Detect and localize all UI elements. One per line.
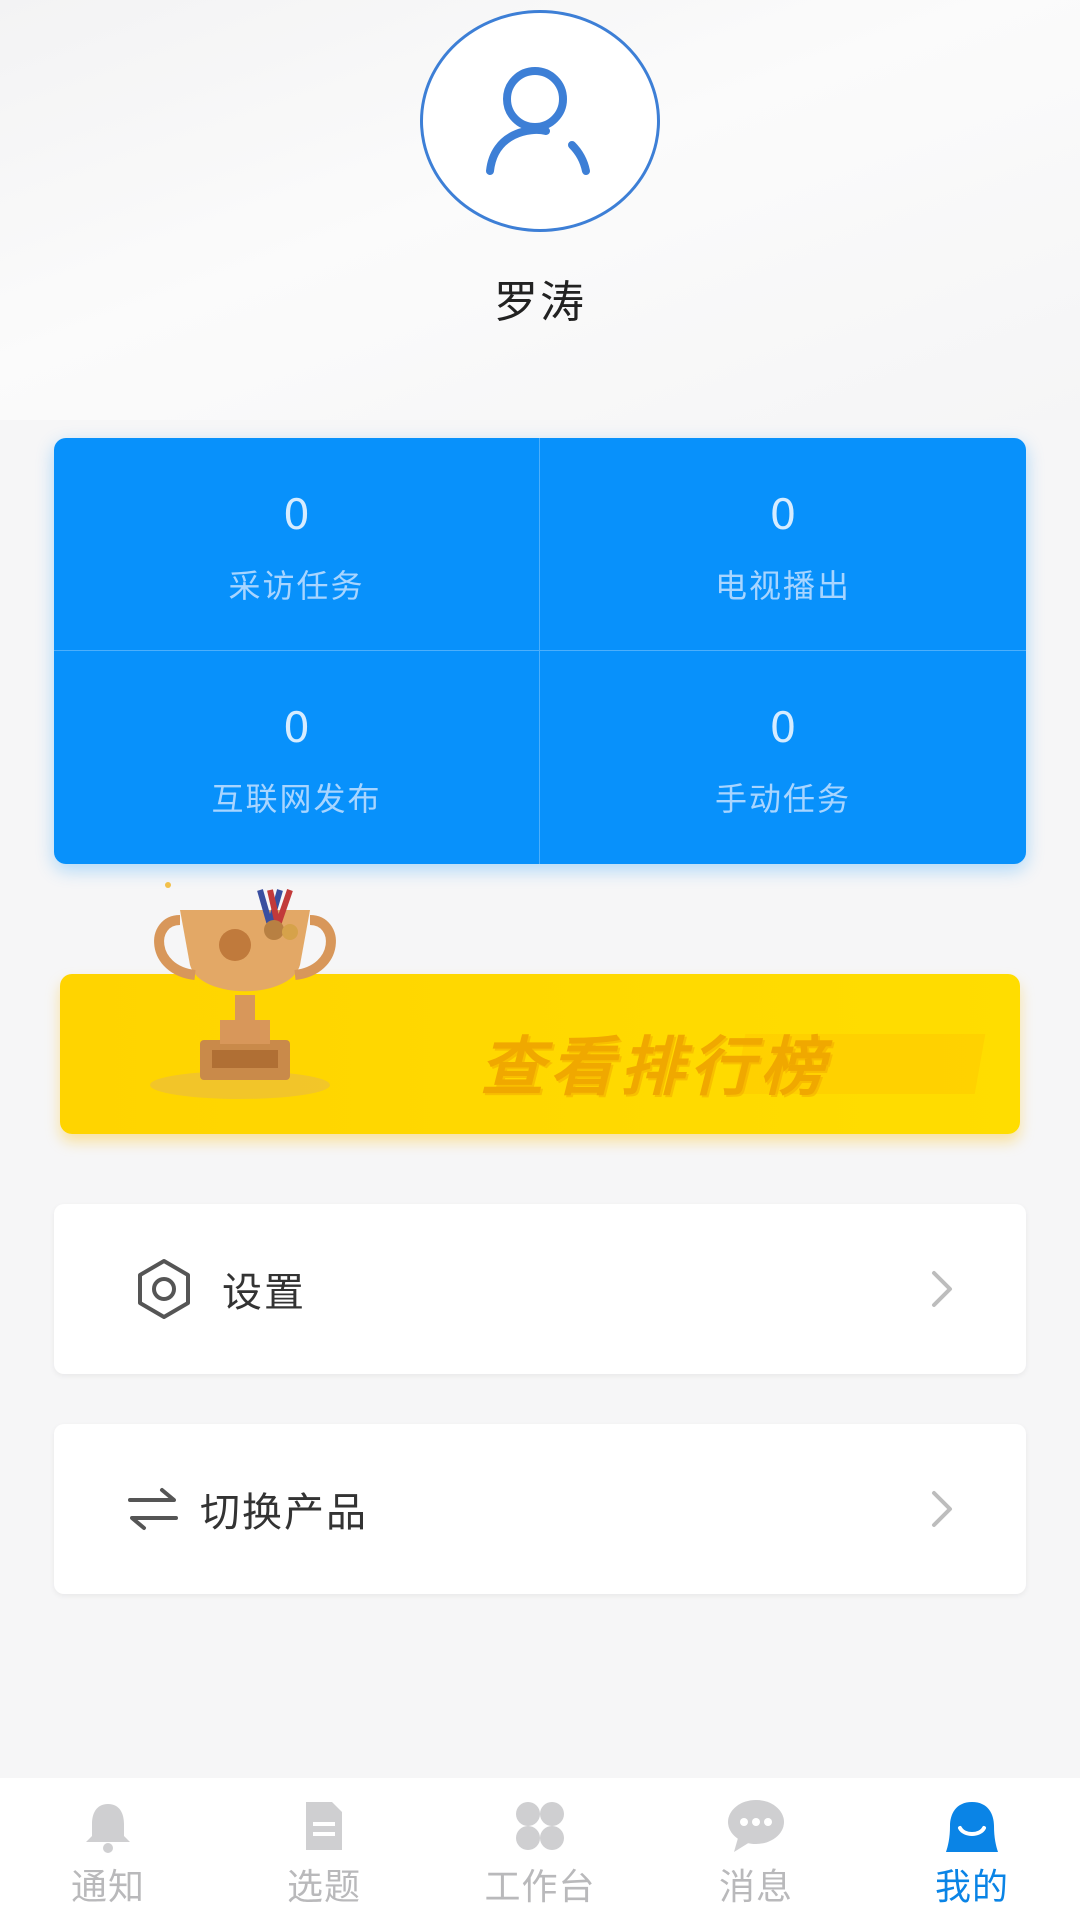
- switch-product-item[interactable]: 切换产品: [54, 1424, 1026, 1594]
- tab-label: 我的: [934, 1867, 1009, 1908]
- grid-icon: [516, 1802, 564, 1850]
- hexagon-gear-icon: [138, 1259, 190, 1319]
- stats-card: 0 采访任务 0 电视播出 0 互联网发布 0 手动任务: [54, 438, 1026, 864]
- tab-label: 选题: [286, 1867, 361, 1908]
- stat-value: 0: [283, 703, 310, 752]
- tab-notifications[interactable]: 通知: [0, 1778, 216, 1920]
- tab-me[interactable]: 我的: [864, 1778, 1080, 1920]
- bottom-tab-bar: 通知 选题 工作台 消息 我的: [0, 1778, 1080, 1920]
- tab-label: 通知: [70, 1867, 145, 1908]
- banner-label: 查看排行榜: [480, 1031, 830, 1105]
- stat-value: 0: [769, 489, 797, 539]
- stat-value: 0: [283, 489, 310, 539]
- chevron-right-icon: [932, 1491, 952, 1527]
- stat-label: 手动任务: [714, 780, 851, 818]
- document-icon: [306, 1802, 342, 1850]
- stat-interview-tasks[interactable]: 0 采访任务: [54, 438, 540, 651]
- chevron-right-icon: [932, 1271, 952, 1307]
- swap-arrows-icon: [128, 1488, 178, 1530]
- bell-icon: [86, 1804, 130, 1853]
- trophy-icon: [150, 882, 336, 1099]
- tab-label: 工作台: [484, 1867, 596, 1908]
- user-face-icon: [946, 1802, 998, 1852]
- stat-label: 电视播出: [714, 566, 851, 605]
- tab-messages[interactable]: 消息: [648, 1778, 864, 1920]
- tab-workbench[interactable]: 工作台: [432, 1778, 648, 1920]
- stat-manual-tasks[interactable]: 0 手动任务: [540, 651, 1026, 864]
- chat-bubble-icon: [728, 1800, 784, 1852]
- tab-topics[interactable]: 选题: [216, 1778, 432, 1920]
- username: 罗涛: [494, 277, 586, 328]
- settings-label: 设置: [222, 1270, 306, 1316]
- avatar[interactable]: [420, 10, 660, 232]
- stat-label: 互联网发布: [211, 780, 382, 818]
- settings-item[interactable]: 设置: [54, 1204, 1026, 1374]
- tab-label: 消息: [718, 1867, 793, 1908]
- stat-tv-broadcast[interactable]: 0 电视播出: [540, 438, 1026, 651]
- switch-product-label: 切换产品: [200, 1490, 368, 1536]
- stat-internet-publish[interactable]: 0 互联网发布: [54, 651, 540, 864]
- user-outline-icon: [486, 67, 590, 175]
- stat-value: 0: [769, 703, 797, 752]
- stat-label: 采访任务: [228, 566, 365, 605]
